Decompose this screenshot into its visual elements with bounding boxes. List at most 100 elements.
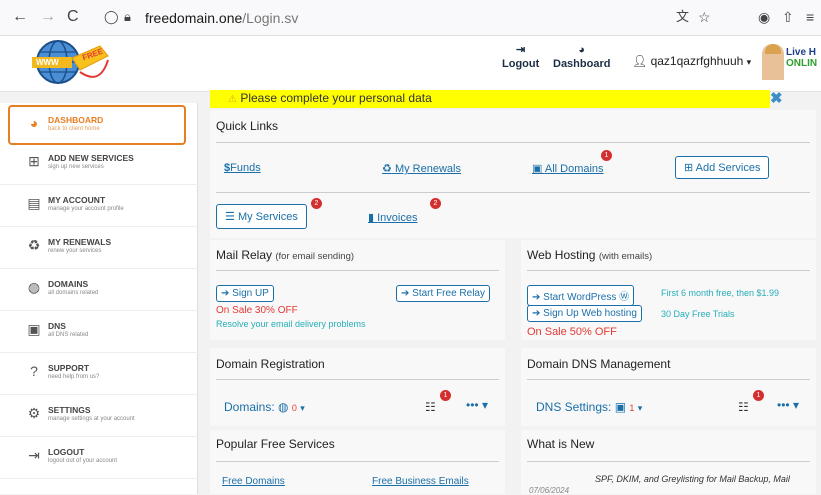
signup-web-hosting-label: Sign Up Web hosting [543, 308, 637, 319]
question-icon: ? [30, 363, 38, 379]
sidebar-item-sub: logout out of your account [48, 458, 118, 464]
user-menu[interactable]: 👤︎ qaz1qazrfghhuuh ▾ [632, 54, 751, 68]
tachometer-icon: ◕ [29, 115, 39, 131]
logout-nav[interactable]: ⇥ Logout [502, 44, 539, 70]
dns-settings-select[interactable]: DNS Settings: ▣ 1 ▾ [536, 400, 642, 414]
logo-text: WWW [36, 58, 59, 67]
sidebar-item-title: DASHBOARD [48, 115, 104, 125]
address-bar[interactable]: freedomain.one/Login.sv [145, 10, 298, 26]
start-free-relay-button[interactable]: ➔ Start Free Relay [396, 285, 490, 302]
bookmark-star-icon[interactable]: ☆ [698, 8, 711, 26]
card-title: Popular Free Services [216, 437, 335, 451]
sidebar-item-my-account[interactable]: ▤ MY ACCOUNT manage your account profile [0, 187, 198, 227]
reload-button[interactable]: C [67, 8, 79, 26]
url-domain: freedomain.one [145, 10, 243, 26]
more-options-icon[interactable]: ••• ▾ [466, 398, 488, 412]
translate-icon[interactable]: 文 [676, 8, 689, 26]
web-hosting-card: Web Hosting (with emails) ➔ Start WordPr… [521, 240, 816, 340]
dns-icon: ▣ [27, 321, 41, 337]
url-path: /Login.sv [242, 10, 299, 26]
sidebar-item-sub: manage settings at your account [48, 416, 135, 422]
web-hosting-note: (with emails) [598, 251, 653, 262]
list-check-icon[interactable]: ☷ [425, 400, 436, 414]
sidebar-item-settings[interactable]: ⚙ SETTINGS manage settings at your accou… [0, 397, 198, 437]
invoices-label: Invoices [377, 212, 418, 224]
card-title: What is New [527, 437, 595, 451]
renewals-link[interactable]: ♻ My Renewals [382, 162, 461, 175]
menu-icon[interactable]: ≡ [806, 8, 814, 26]
close-icon[interactable]: ✖ [770, 89, 783, 107]
sidebar-item-sub: manage your account profile [48, 206, 124, 212]
mail-sale-text: On Sale 30% OFF [216, 305, 298, 316]
my-services-button[interactable]: ☰ My Services [216, 204, 307, 229]
globe-icon: ◍ [278, 400, 289, 414]
sidebar-item-title: LOGOUT [48, 447, 85, 457]
all-domains-label: All Domains [544, 163, 604, 175]
more-options-icon[interactable]: ••• ▾ [777, 398, 799, 412]
share-icon[interactable]: ⇧ [782, 8, 794, 26]
web-hosting-title: Web Hosting [527, 248, 596, 262]
caret-down-icon: ▾ [300, 403, 305, 413]
sidebar-item-title: DOMAINS [48, 279, 89, 289]
start-wordpress-button[interactable]: ➔ Start WordPress Ⓦ [527, 285, 635, 306]
sidebar-item-logout[interactable]: ⇥ LOGOUT logout out of your account [0, 439, 198, 479]
start-free-relay-label: Start Free Relay [412, 288, 485, 299]
list-check-icon[interactable]: ☷ [738, 400, 749, 414]
back-button[interactable]: ← [12, 8, 28, 26]
support-agent-avatar[interactable] [762, 44, 784, 80]
free-business-emails-link[interactable]: Free Business Emails [372, 476, 469, 487]
recycle-icon: ♻ [382, 163, 392, 175]
live-help[interactable]: Live H ONLIN [786, 47, 817, 69]
free-domains-link[interactable]: Free Domains [222, 476, 285, 487]
forward-button[interactable]: → [40, 8, 56, 26]
site-logo[interactable]: WWW FREE [30, 38, 110, 88]
tachometer-icon: ◕ [578, 44, 586, 56]
card-title: Mail Relay (for email sending) [216, 248, 354, 262]
sidebar-item-support[interactable]: ? SUPPORT need help from us? [0, 355, 198, 395]
start-wordpress-label: Start WordPress [543, 292, 617, 303]
live-help-status: ONLIN [786, 58, 818, 69]
plus-square-icon: ⊞ [684, 162, 694, 174]
quick-links-card: Quick Links $Funds ♻ My Renewals ▣ All D… [210, 110, 816, 238]
hosting-promo-1: First 6 month free, then $1.99 [661, 288, 780, 298]
sidebar-item-domains[interactable]: ◍ DOMAINS all domains related [0, 271, 198, 311]
sidebar-item-title: DNS [48, 321, 66, 331]
sidebar-item-title: MY ACCOUNT [48, 195, 106, 205]
invoice-icon: ▮ [368, 212, 375, 224]
domain-registration-card: Domain Registration Domains: ◍ 0 ▾ ☷ 1 •… [210, 348, 505, 426]
sidebar-item-dns[interactable]: ▣ DNS all DNS related [0, 313, 198, 353]
signup-web-hosting-button[interactable]: ➔ Sign Up Web hosting [527, 305, 642, 322]
my-services-label: My Services [237, 211, 298, 223]
domains-label: Domains: [224, 400, 275, 414]
add-services-button[interactable]: ⊞ Add Services [675, 156, 770, 179]
domains-select[interactable]: Domains: ◍ 0 ▾ [224, 400, 305, 414]
sidebar-item-my-renewals[interactable]: ♻ MY RENEWALS renew your services [0, 229, 198, 269]
user-icon: 👤︎ [632, 54, 648, 68]
my-services-badge: 2 [311, 198, 322, 209]
sidebar-item-dashboard[interactable]: ◕ DASHBOARD back to client home [8, 105, 186, 145]
mail-signup-label: Sign UP [232, 288, 269, 299]
shield-icon[interactable]: ◯ [104, 8, 119, 26]
funds-link[interactable]: $Funds [224, 162, 261, 174]
news-headline[interactable]: SPF, DKIM, and Greylisting for Mail Back… [595, 474, 790, 484]
dashboard-nav[interactable]: ◕ Dashboard [553, 44, 610, 70]
sidebar-item-sub: need help from us? [48, 374, 100, 380]
list-icon: ☰ [225, 211, 235, 223]
whats-new-card: What is New 07/06/2024 SPF, DKIM, and Gr… [521, 430, 816, 495]
invoices-link[interactable]: ▮ Invoices [368, 211, 417, 224]
lock-icon[interactable]: 🔒︎ [124, 8, 131, 26]
dns-list-badge: 1 [753, 390, 764, 401]
account-icon[interactable]: ◉ [758, 8, 770, 26]
mail-note-text: Resolve your email delivery problems [216, 319, 366, 329]
username: qaz1qazrfghhuuh [650, 54, 744, 68]
mail-signup-button[interactable]: ➔ Sign UP [216, 285, 274, 302]
card-title: Domain Registration [216, 357, 325, 371]
notice-text: Please complete your personal data [240, 91, 432, 105]
id-card-icon: ▤ [27, 195, 41, 211]
sidebar-item-title: ADD NEW SERVICES [48, 153, 134, 163]
domains-list-badge: 1 [440, 390, 451, 401]
sidebar-item-add-new-services[interactable]: ⊞ ADD NEW SERVICES sign up new services [0, 145, 198, 185]
all-domains-link[interactable]: ▣ All Domains [532, 162, 604, 175]
add-services-label: Add Services [695, 162, 761, 174]
browser-toolbar: ← → C ◯ 🔒︎ freedomain.one/Login.sv 文 ☆ ◉… [0, 0, 821, 36]
